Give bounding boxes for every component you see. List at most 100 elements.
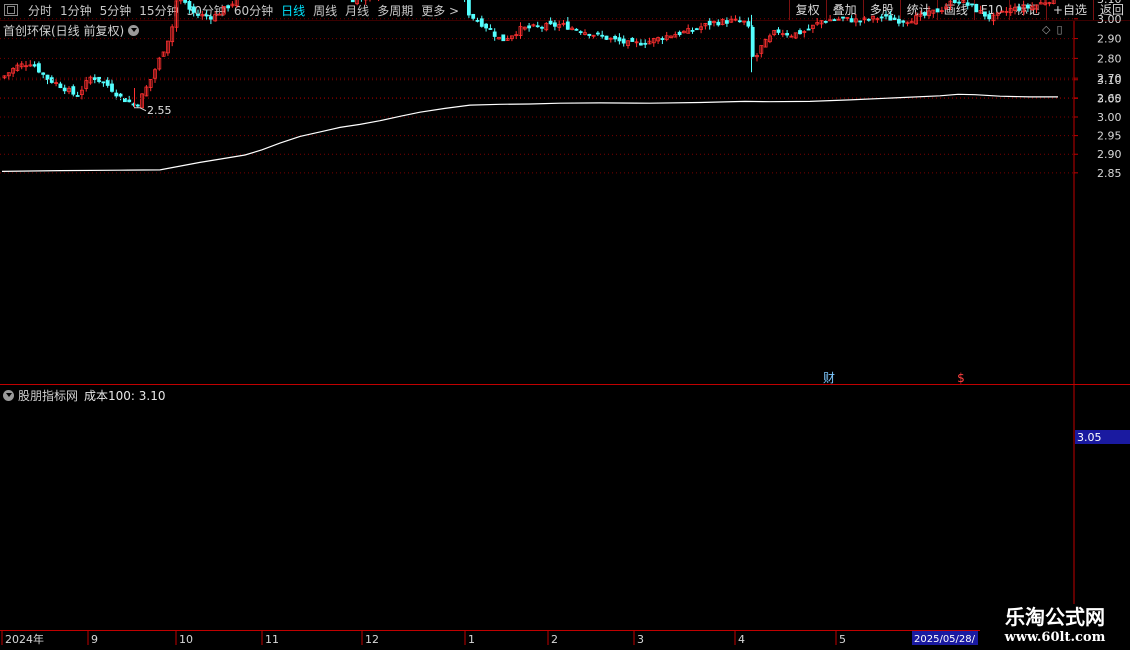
candle-body xyxy=(578,31,583,34)
candle-body xyxy=(208,16,213,20)
candle-body xyxy=(110,83,114,92)
diamond-icon[interactable]: ◇ xyxy=(1042,23,1050,36)
candle-body xyxy=(92,77,97,80)
x-tick-label: 10 xyxy=(179,633,193,646)
candle-body xyxy=(604,35,609,40)
candle-body xyxy=(785,33,789,36)
candle-body xyxy=(553,22,557,27)
candle-body xyxy=(565,21,570,30)
candle-body xyxy=(798,30,802,35)
indicator-value: 成本100: 3.10 xyxy=(84,389,166,403)
x-tick-label: 2 xyxy=(551,633,558,646)
candle-body xyxy=(471,13,476,19)
candle-body xyxy=(226,5,231,9)
candle-body xyxy=(62,87,67,92)
candle-body xyxy=(737,20,742,23)
candle-body xyxy=(58,83,63,89)
x-tick-label: 5 xyxy=(839,633,846,646)
candle-body xyxy=(858,20,863,23)
panel-toggle-icon[interactable]: ▯ xyxy=(1056,23,1062,36)
candle-body xyxy=(350,0,355,3)
current-value-label: 3.05 xyxy=(1077,431,1102,444)
chevron-down-icon[interactable] xyxy=(128,25,140,36)
chart-canvas[interactable]: 3.403.303.203.103.002.902.802.702.60 3.1… xyxy=(0,0,1130,650)
candle-body xyxy=(707,20,712,26)
main-grid xyxy=(0,18,1074,99)
candle-body xyxy=(32,64,37,67)
candle-body xyxy=(630,37,635,42)
candle-body xyxy=(806,28,811,31)
watermark-name: 乐淘公式网 xyxy=(1005,605,1105,629)
chart-title: 首创环保(日线 前复权) xyxy=(3,22,140,39)
x-tick-label: 9 xyxy=(91,633,98,646)
candle-body xyxy=(41,72,46,75)
candlestick-series xyxy=(2,0,1056,109)
candle-body xyxy=(901,20,906,23)
indicator-title: 股朋指标网 成本100: 3.10 xyxy=(3,387,166,404)
candle-body xyxy=(466,0,471,16)
candle-body xyxy=(488,28,493,30)
candle-body xyxy=(535,25,540,28)
candle-body xyxy=(643,42,648,45)
candle-body xyxy=(217,13,222,16)
candle-body xyxy=(484,23,489,29)
candle-body xyxy=(479,18,484,27)
candle-body xyxy=(970,3,974,6)
candle-body xyxy=(922,12,927,16)
candle-body xyxy=(123,98,127,103)
x-tick-label: 12 xyxy=(365,633,379,646)
dividend-marker-icon: $ xyxy=(957,371,965,385)
y-tick-label: 2.90 xyxy=(1097,148,1122,161)
candle-body xyxy=(587,33,592,36)
candle-body xyxy=(690,30,695,32)
stock-title: 首创环保(日线 前复权) xyxy=(3,24,125,38)
candle-body xyxy=(183,0,188,3)
y-tick-label: 3.00 xyxy=(1097,111,1122,124)
candle-body xyxy=(897,18,901,24)
chevron-down-icon[interactable] xyxy=(3,390,14,401)
candle-body xyxy=(540,26,544,29)
panel-icons: ◇ ▯ xyxy=(1042,23,1063,36)
candle-body xyxy=(828,19,832,22)
candle-body xyxy=(114,92,119,97)
candle-body xyxy=(105,79,110,86)
y-tick-label: 3.05 xyxy=(1097,92,1122,105)
candle-body xyxy=(776,29,781,33)
candle-body xyxy=(965,2,970,6)
y-tick-label: 2.95 xyxy=(1097,130,1122,143)
candle-body xyxy=(45,74,50,80)
y-tick-label: 3.10 xyxy=(1097,74,1122,87)
candle-body xyxy=(974,3,979,13)
candle-body xyxy=(716,21,721,26)
cursor-date-label: 2025/05/28/ xyxy=(914,634,976,645)
candle-body xyxy=(694,28,699,31)
candle-body xyxy=(746,21,751,27)
y-tick-label: 3.10 xyxy=(1097,0,1122,6)
y-tick-label: 3.00 xyxy=(1097,13,1122,26)
candle-body xyxy=(492,31,497,37)
candle-body xyxy=(639,42,643,46)
x-tick-label: 2024年 xyxy=(5,632,44,646)
candle-body xyxy=(957,1,961,4)
candle-body xyxy=(37,63,41,73)
candle-body xyxy=(832,19,837,22)
candle-body xyxy=(935,8,940,13)
candle-body xyxy=(617,37,622,42)
y-tick-label: 2.90 xyxy=(1097,33,1122,46)
candle-body xyxy=(527,25,531,29)
candle-body xyxy=(71,86,76,95)
candle-body xyxy=(983,11,987,17)
candle-body xyxy=(1017,7,1022,11)
main-y-ticks: 3.403.303.203.103.002.902.802.702.60 xyxy=(1074,0,1122,105)
y-tick-label: 2.85 xyxy=(1097,167,1122,180)
candle-body xyxy=(187,1,192,10)
candle-body xyxy=(677,31,682,36)
candle-body xyxy=(888,15,893,21)
candle-body xyxy=(866,18,871,21)
candle-body xyxy=(884,14,888,17)
candle-body xyxy=(600,34,605,37)
candle-body xyxy=(849,18,854,23)
candle-body xyxy=(621,38,626,44)
watermark: 乐淘公式网 www.60lt.com xyxy=(980,604,1130,650)
candle-body xyxy=(475,19,480,22)
